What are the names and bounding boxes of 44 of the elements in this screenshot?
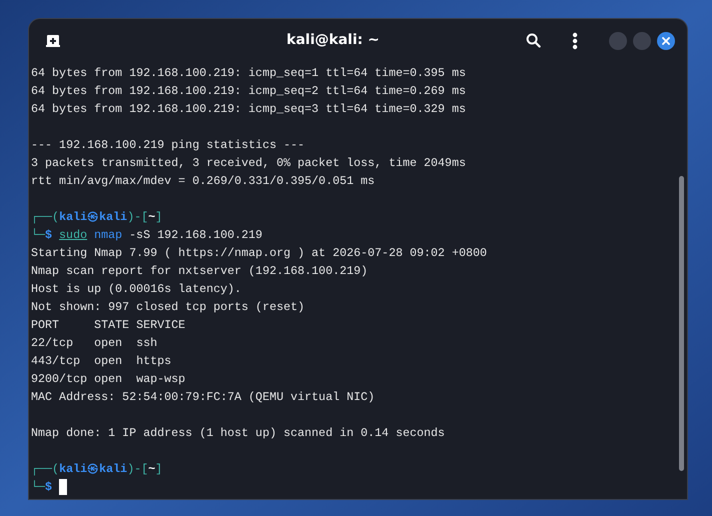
prompt-corner: ┌──(: [31, 209, 60, 226]
output-line: Starting Nmap 7.99 ( https://nmap.org ) at 2026-07-28 09:02 +0800: [31, 246, 487, 260]
output-line: 9200/tcp open wap-wsp: [31, 372, 186, 386]
output-line: rtt min/avg/max/mdev = 0.269/0.331/0.395/0.051 ms: [31, 174, 375, 188]
prompt-at: ㉿: [87, 209, 100, 226]
prompt-directory: ~: [148, 461, 156, 478]
output-line: 443/tcp open https: [31, 354, 172, 368]
output-line: PORT STATE SERVICE: [31, 318, 186, 332]
output-line: MAC Address: 52:54:00:79:FC:7A (QEMU virtual NIC): [31, 390, 375, 404]
output-line: 64 bytes from 192.168.100.219: icmp_seq=1 ttl=64 time=0.395 ms: [31, 66, 466, 80]
output-line: --- 192.168.100.219 ping statistics ---: [31, 138, 305, 152]
close-button[interactable]: [657, 32, 675, 50]
search-icon: [526, 33, 540, 48]
prompt-host: kali: [99, 461, 128, 478]
prompt-corner: ┌──(: [31, 461, 60, 478]
command-program: nmap: [94, 227, 122, 244]
prompt-at: ㉿: [87, 461, 100, 478]
prompt-bracket: )-[: [127, 209, 148, 226]
prompt-symbol: $: [45, 227, 52, 244]
output-line: 64 bytes from 192.168.100.219: icmp_seq=3 ttl=64 time=0.329 ms: [31, 102, 466, 116]
output-line: Host is up (0.00016s latency).: [31, 282, 242, 296]
menu-icon: [572, 32, 578, 50]
prompt-corner: └─: [31, 227, 46, 244]
window-title: kali@kali: ~: [286, 31, 380, 50]
output-line: Nmap scan report for nxtserver (192.168.100.219): [31, 264, 368, 278]
prompt-bracket: )-[: [127, 461, 148, 478]
output-line: 3 packets transmitted, 3 received, 0% packet loss, time 2049ms: [31, 156, 466, 170]
output-line: Not shown: 997 closed tcp ports (reset): [31, 300, 305, 314]
new-tab-icon: [46, 34, 60, 46]
output-line: Nmap done: 1 IP address (1 host up) scanned in 0.14 seconds: [31, 426, 445, 440]
scrollbar-thumb[interactable]: [678, 176, 684, 471]
prompt-bracket-end: ]: [155, 461, 162, 478]
prompt-bracket-end: ]: [155, 209, 162, 226]
command-sudo: sudo: [59, 227, 88, 244]
prompt-user: kali: [59, 209, 88, 226]
output-line: 64 bytes from 192.168.100.219: icmp_seq=2 ttl=64 time=0.269 ms: [31, 84, 466, 98]
prompt-directory: ~: [148, 209, 156, 226]
close-icon: [662, 36, 670, 44]
prompt-corner: └─: [31, 479, 46, 496]
prompt-user: kali: [59, 461, 88, 478]
prompt-host: kali: [99, 209, 128, 226]
prompt-symbol: $: [45, 479, 52, 496]
command-arguments: -sS 192.168.100.219: [129, 227, 262, 244]
output-line: 22/tcp open ssh: [31, 336, 158, 350]
